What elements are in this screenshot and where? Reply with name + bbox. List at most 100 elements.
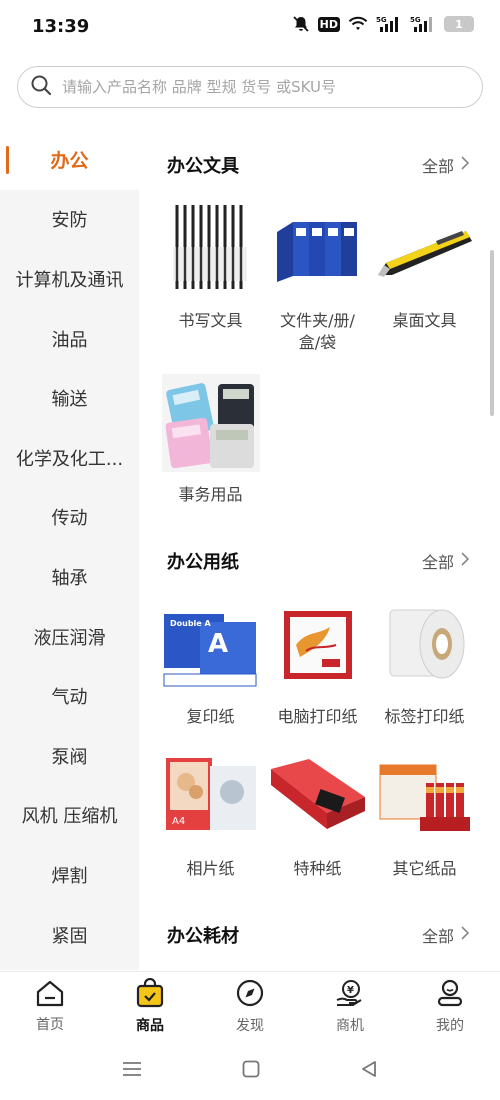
compass-icon	[235, 978, 265, 1012]
category-tile-copy-paper[interactable]: Double A A 复印纸	[157, 596, 264, 728]
tile-label: 其它纸品	[392, 859, 457, 878]
back-triangle-icon[interactable]	[360, 1060, 378, 1082]
category-tile-writing[interactable]: 书写文具	[157, 200, 264, 354]
tile-label: 相片纸	[186, 859, 235, 878]
sidebar-item-label: 计算机及通讯	[15, 269, 124, 291]
section-header: 办公耗材 全部	[139, 900, 500, 970]
shopping-bag-icon	[135, 977, 165, 1012]
nav-products[interactable]: 商品	[100, 972, 200, 1041]
sidebar-item-label: 液压润滑	[33, 627, 106, 649]
status-time: 13:39	[32, 16, 90, 37]
tile-label: 文件夹/册/ 盒/袋	[280, 311, 355, 352]
svg-text:¥: ¥	[347, 985, 354, 996]
category-tile-photo-paper[interactable]: A4 相片纸	[157, 748, 264, 880]
search-icon	[30, 74, 52, 100]
view-all-button[interactable]: 全部	[422, 923, 470, 947]
signal-icon-1: 5G	[376, 15, 402, 33]
sidebar-item-computers[interactable]: 计算机及通讯	[0, 249, 139, 309]
view-all-button[interactable]: 全部	[422, 153, 470, 177]
chevron-right-icon	[460, 155, 470, 175]
svg-text:A: A	[208, 629, 228, 659]
view-all-label: 全部	[421, 553, 454, 572]
tile-label: 标签打印纸	[384, 707, 465, 726]
category-tile-desktop[interactable]: 桌面文具	[371, 200, 478, 354]
category-sidebar: 办公 安防 计算机及通讯 油品 输送 化学及化工... 传动 轴承 液压润滑 气…	[0, 130, 139, 970]
sidebar-item-conveying[interactable]: 输送	[0, 368, 139, 428]
brand-text: A4	[172, 816, 185, 827]
wifi-icon	[348, 16, 368, 32]
search-box[interactable]	[17, 66, 483, 108]
section-title: 办公用纸	[167, 552, 239, 573]
category-tile-affairs[interactable]: 事务用品	[157, 374, 264, 506]
hd-badge: HD	[317, 16, 340, 32]
nav-label: 首页	[36, 1017, 64, 1033]
sidebar-item-hydraulic[interactable]: 液压润滑	[0, 607, 139, 667]
sidebar-item-label: 气动	[51, 687, 88, 709]
chevron-right-icon	[460, 925, 470, 945]
sidebar-item-fan-compressor[interactable]: 风机 压缩机	[0, 786, 139, 846]
category-tile-printer-paper[interactable]: 电脑打印纸	[264, 596, 371, 728]
tile-label: 桌面文具	[392, 311, 457, 330]
sidebar-item-label: 传动	[51, 508, 88, 530]
printer-paper-icon	[269, 596, 367, 694]
tile-label: 书写文具	[178, 311, 243, 330]
section-office-consumables: 办公耗材 全部	[139, 900, 500, 970]
sidebar-item-label: 风机 压缩机	[21, 806, 118, 828]
binders-icon	[269, 200, 367, 298]
section-title: 办公文具	[167, 156, 239, 177]
net1-label: 5G	[376, 16, 387, 24]
other-paper-icon	[376, 748, 474, 846]
battery-icon: 1	[444, 16, 474, 32]
mute-bell-icon	[292, 15, 310, 33]
nav-home[interactable]: 首页	[0, 972, 100, 1041]
category-tile-label-paper[interactable]: 标签打印纸	[371, 596, 478, 728]
category-content[interactable]: 办公文具 全部 书写文具 文件夹/册/ 盒/袋 桌面文具 事务用品 办公用纸 全…	[139, 130, 500, 970]
nav-label: 商品	[136, 1018, 164, 1034]
status-icons: HD 5G 5G 1	[292, 15, 474, 33]
yen-hand-icon: ¥	[335, 978, 365, 1012]
search-input[interactable]	[62, 78, 462, 96]
product-grid: 书写文具 文件夹/册/ 盒/袋 桌面文具 事务用品	[139, 200, 500, 526]
status-bar: 13:39 HD 5G 5G 1	[0, 0, 500, 56]
sidebar-item-pneumatic[interactable]: 气动	[0, 666, 139, 726]
nav-business[interactable]: ¥ 商机	[300, 972, 400, 1041]
sidebar-item-security[interactable]: 安防	[0, 190, 139, 250]
view-all-label: 全部	[421, 927, 454, 946]
photo-paper-icon: A4	[162, 748, 260, 846]
nav-label: 商机	[336, 1018, 364, 1034]
menu-icon[interactable]	[122, 1061, 142, 1081]
bottom-nav: 首页 商品 发现 ¥ 商机 我的	[0, 971, 500, 1041]
net2-label: 5G	[410, 16, 421, 24]
user-icon	[435, 978, 465, 1012]
section-header: 办公文具 全部	[139, 130, 500, 200]
product-grid: Double A A 复印纸 电脑打印纸 标签打印纸 A4 相片纸 特种纸 其它…	[139, 596, 500, 900]
sidebar-item-label: 办公	[50, 150, 89, 173]
category-tile-special-paper[interactable]: 特种纸	[264, 748, 371, 880]
nav-label: 我的	[436, 1018, 464, 1034]
tile-label: 电脑打印纸	[277, 707, 358, 726]
sidebar-item-label: 油品	[51, 329, 88, 351]
home-square-icon[interactable]	[242, 1060, 260, 1082]
calculator-icon	[161, 374, 260, 472]
section-header: 办公用纸 全部	[139, 526, 500, 596]
nav-discover[interactable]: 发现	[200, 972, 300, 1041]
section-title: 办公耗材	[167, 926, 239, 947]
sidebar-item-welding[interactable]: 焊割	[0, 845, 139, 905]
sidebar-item-transmission[interactable]: 传动	[0, 488, 139, 548]
sidebar-item-pump-valve[interactable]: 泵阀	[0, 726, 139, 786]
special-paper-icon	[269, 748, 367, 846]
view-all-button[interactable]: 全部	[422, 549, 470, 573]
category-tile-other-paper[interactable]: 其它纸品	[371, 748, 478, 880]
sidebar-item-oil[interactable]: 油品	[0, 309, 139, 369]
nav-label: 发现	[236, 1018, 264, 1034]
category-tile-folders[interactable]: 文件夹/册/ 盒/袋	[264, 200, 371, 354]
sidebar-item-bearing[interactable]: 轴承	[0, 547, 139, 607]
tile-label: 特种纸	[293, 859, 342, 878]
nav-profile[interactable]: 我的	[400, 972, 500, 1041]
copy-paper-icon: Double A A	[162, 596, 260, 694]
sidebar-item-label: 焊割	[51, 865, 88, 887]
sidebar-item-chemical[interactable]: 化学及化工...	[0, 428, 139, 488]
sidebar-item-office[interactable]: 办公	[0, 130, 139, 190]
sidebar-item-fastening[interactable]: 紧固	[0, 905, 139, 965]
sidebar-item-label: 泵阀	[51, 746, 88, 768]
